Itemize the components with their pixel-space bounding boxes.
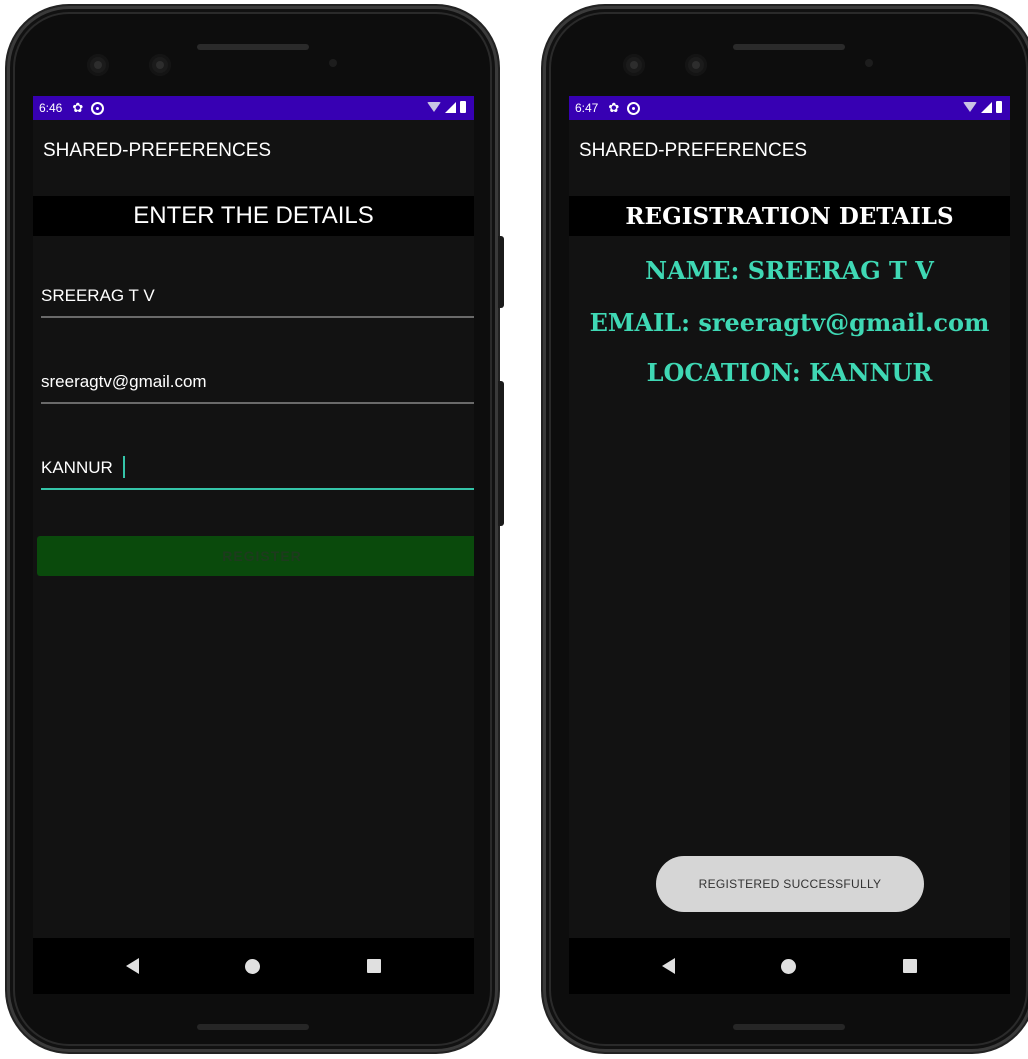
email-detail: EMAIL: sreeragtv@gmail.com bbox=[589, 308, 990, 337]
nav-back-icon[interactable] bbox=[662, 958, 676, 974]
register-button[interactable]: REGISTER bbox=[37, 536, 474, 576]
right-phone: 6:47 ✿ SHARED-PREFERENCES REGISTRATION D… bbox=[543, 6, 1028, 1052]
settings-gear-icon: ✿ bbox=[72, 100, 84, 115]
toast-message: REGISTERED SUCCESSFULLY bbox=[656, 856, 924, 912]
text-cursor bbox=[123, 456, 125, 478]
status-time: 6:47 bbox=[575, 101, 599, 115]
app-title: SHARED-PREFERENCES bbox=[43, 140, 272, 161]
front-camera-icon bbox=[623, 54, 645, 76]
front-sensor-icon bbox=[685, 54, 707, 76]
name-detail: NAME: SREERAG T V bbox=[645, 256, 934, 285]
earpiece-speaker bbox=[197, 44, 309, 50]
page-header: ENTER THE DETAILS bbox=[33, 196, 474, 236]
left-screen: 6:46 ✿ SHARED-PREFERENCES ENTER THE DETA… bbox=[33, 96, 474, 994]
earpiece-speaker bbox=[733, 44, 845, 50]
battery-icon bbox=[996, 101, 1002, 113]
volume-button bbox=[498, 381, 504, 526]
app-bar: SHARED-PREFERENCES bbox=[33, 120, 474, 190]
front-camera-icon bbox=[87, 54, 109, 76]
nav-recents-icon[interactable] bbox=[366, 959, 381, 973]
right-screen: 6:47 ✿ SHARED-PREFERENCES REGISTRATION D… bbox=[569, 96, 1010, 994]
status-bar: 6:46 ✿ bbox=[33, 96, 474, 120]
left-phone: 6:46 ✿ SHARED-PREFERENCES ENTER THE DETA… bbox=[7, 6, 504, 1052]
nav-back-icon[interactable] bbox=[126, 958, 140, 974]
status-bar: 6:47 ✿ bbox=[569, 96, 1010, 120]
nav-recents-icon[interactable] bbox=[902, 959, 917, 973]
power-button bbox=[498, 236, 504, 308]
navigation-bar bbox=[33, 938, 474, 994]
name-field[interactable] bbox=[41, 276, 474, 318]
navigation-bar bbox=[569, 938, 1010, 994]
location-input[interactable] bbox=[41, 458, 474, 478]
nav-home-icon[interactable] bbox=[245, 958, 261, 974]
wifi-icon bbox=[963, 102, 977, 112]
wifi-icon bbox=[427, 102, 441, 112]
bottom-speaker bbox=[197, 1024, 309, 1030]
data-saver-icon bbox=[91, 101, 105, 115]
signal-icon bbox=[981, 101, 992, 113]
location-detail: LOCATION: KANNUR bbox=[646, 358, 933, 387]
proximity-sensor bbox=[865, 59, 873, 67]
app-title: SHARED-PREFERENCES bbox=[579, 140, 808, 161]
location-field[interactable] bbox=[41, 448, 474, 490]
nav-home-icon[interactable] bbox=[781, 958, 797, 974]
signal-icon bbox=[445, 101, 456, 113]
battery-icon bbox=[460, 101, 466, 113]
bottom-speaker bbox=[733, 1024, 845, 1030]
settings-gear-icon: ✿ bbox=[608, 100, 620, 115]
name-input[interactable] bbox=[41, 286, 474, 306]
page-header: REGISTRATION DETAILS bbox=[569, 196, 1010, 236]
data-saver-icon bbox=[627, 101, 641, 115]
proximity-sensor bbox=[329, 59, 337, 67]
status-time: 6:46 bbox=[39, 101, 63, 115]
app-bar: SHARED-PREFERENCES bbox=[569, 120, 1010, 190]
email-field[interactable] bbox=[41, 362, 474, 404]
email-input[interactable] bbox=[41, 372, 474, 392]
front-sensor-icon bbox=[149, 54, 171, 76]
